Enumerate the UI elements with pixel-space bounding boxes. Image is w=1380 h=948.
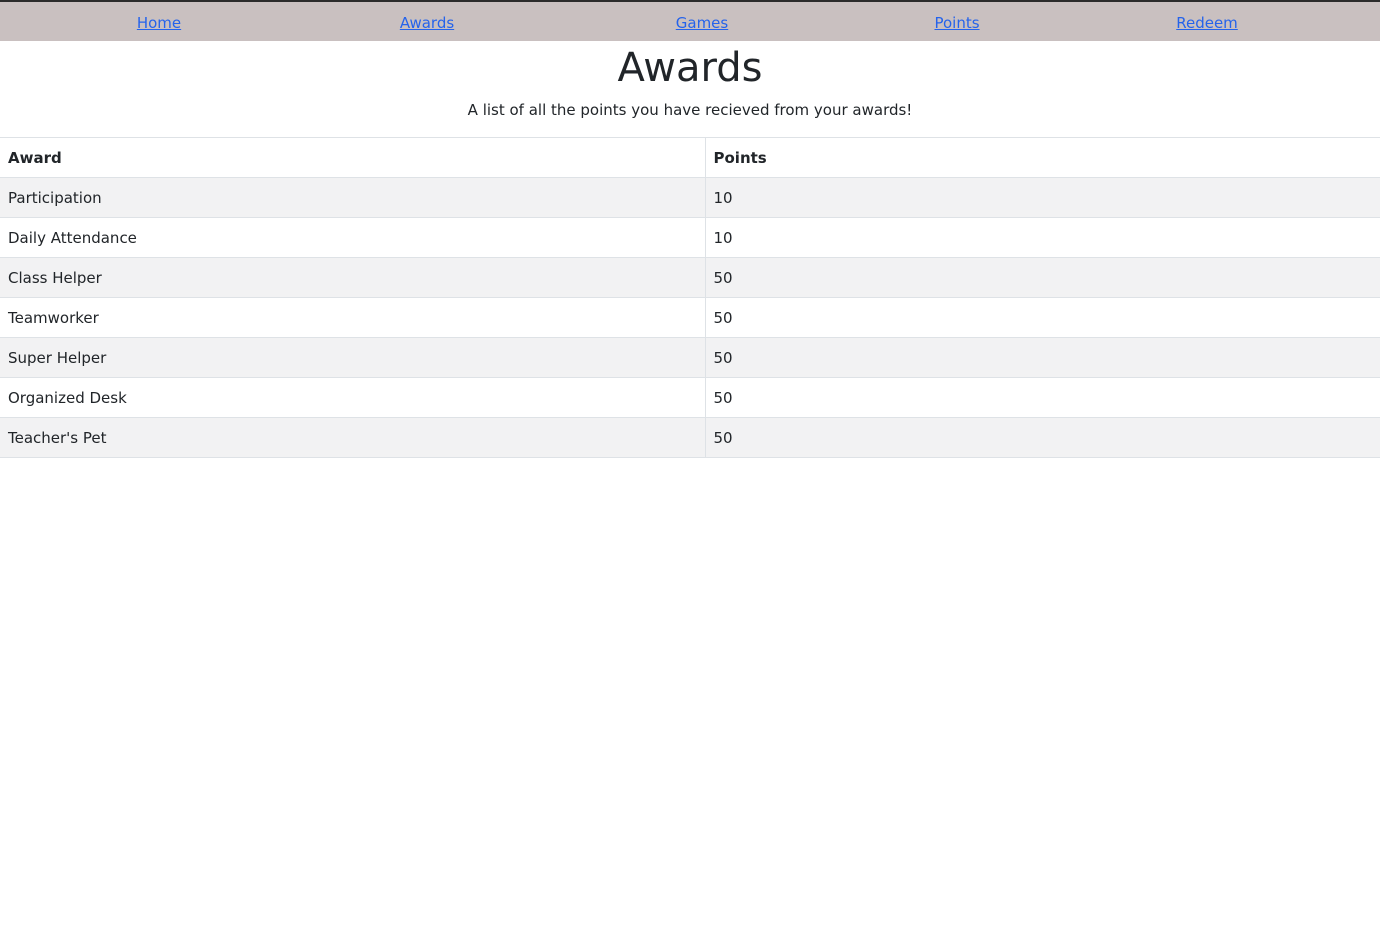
page-title: Awards	[617, 45, 763, 91]
nav-link-awards[interactable]: Awards	[400, 14, 454, 32]
top-nav: Home Awards Games Points Redeem	[0, 0, 1380, 41]
award-points-cell: 10	[705, 177, 1380, 218]
table-row: Organized Desk 50	[0, 377, 1380, 418]
table-row: Teamworker 50	[0, 297, 1380, 338]
award-points-cell: 50	[705, 377, 1380, 418]
table-row: Super Helper 50	[0, 337, 1380, 378]
page-subtitle: A list of all the points you have reciev…	[467, 101, 913, 119]
award-points-cell: 50	[705, 297, 1380, 338]
table-row: Teacher's Pet 50	[0, 417, 1380, 458]
table-row: Participation 10	[0, 177, 1380, 218]
column-header-award: Award	[0, 137, 706, 178]
award-points-cell: 10	[705, 217, 1380, 258]
award-points-cell: 50	[705, 337, 1380, 378]
award-name-cell: Class Helper	[0, 257, 706, 298]
column-header-points: Points	[705, 137, 1380, 178]
award-name-cell: Organized Desk	[0, 377, 706, 418]
nav-link-games[interactable]: Games	[676, 14, 728, 32]
awards-table: Award Points Participation 10 Daily Atte…	[0, 137, 1380, 458]
table-row: Daily Attendance 10	[0, 217, 1380, 258]
award-points-cell: 50	[705, 257, 1380, 298]
award-points-cell: 50	[705, 417, 1380, 458]
table-row: Class Helper 50	[0, 257, 1380, 298]
award-name-cell: Daily Attendance	[0, 217, 706, 258]
award-name-cell: Teamworker	[0, 297, 706, 338]
nav-link-home[interactable]: Home	[137, 14, 181, 32]
award-name-cell: Participation	[0, 177, 706, 218]
nav-link-redeem[interactable]: Redeem	[1176, 14, 1238, 32]
table-header-row: Award Points	[0, 137, 1380, 178]
nav-link-points[interactable]: Points	[934, 14, 979, 32]
award-name-cell: Super Helper	[0, 337, 706, 378]
award-name-cell: Teacher's Pet	[0, 417, 706, 458]
